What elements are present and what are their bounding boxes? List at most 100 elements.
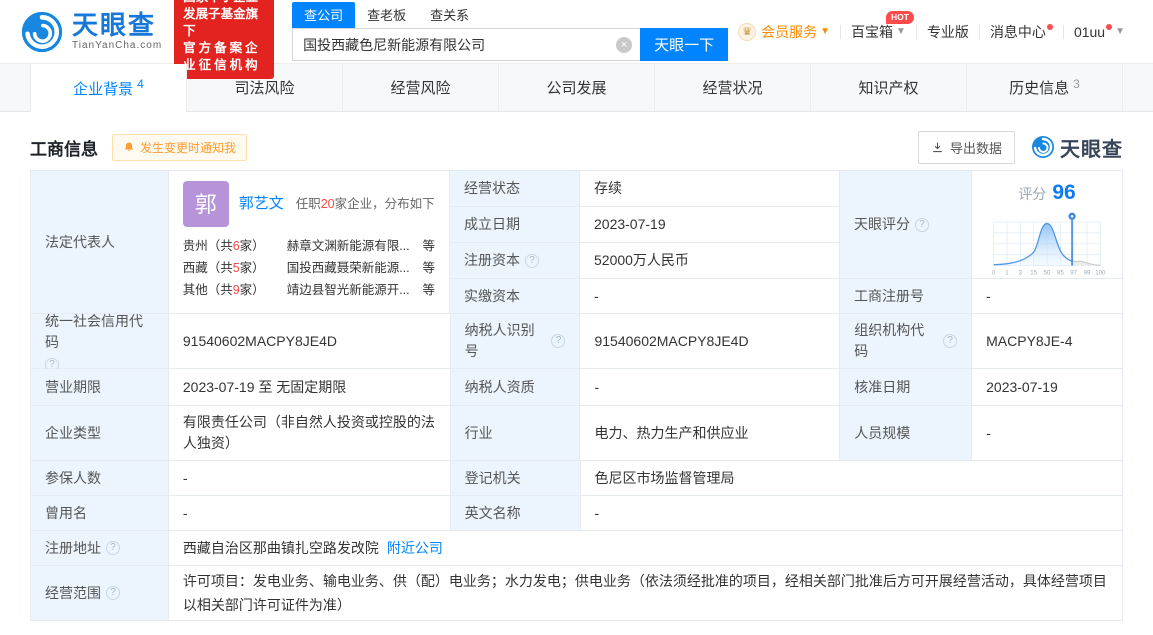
insured-count-value: - [168, 461, 451, 496]
business-term-label: 营业期限 [31, 369, 169, 406]
tianyan-score-chart-cell: 评分 96 0 1 3 15 50 85 97 99 100 [972, 171, 1123, 279]
svg-text:100: 100 [1095, 270, 1106, 276]
taxpayer-id-value: 91540602MACPY8JE4D [580, 314, 841, 369]
menu-user-account[interactable]: 01uu ▼ [1064, 23, 1135, 40]
search-tab-relation[interactable]: 查关系 [418, 2, 481, 28]
industry-label: 行业 [450, 406, 581, 461]
registration-number-value: - [972, 279, 1123, 314]
tab-count: 3 [1073, 76, 1080, 91]
status-value: 存续 [580, 171, 840, 207]
avatar[interactable]: 郭 [182, 181, 229, 227]
etc-label: 等 [422, 239, 435, 253]
menu-message-center[interactable]: 消息中心 [980, 22, 1063, 42]
help-icon[interactable]: ? [106, 541, 120, 555]
menu-vip-services[interactable]: ♛ 会员服务 ▼ [728, 22, 840, 42]
search-area: 查公司 查老板 查关系 × 天眼一下 [292, 2, 729, 61]
help-icon[interactable]: ? [106, 586, 120, 600]
paid-capital-value: - [580, 279, 840, 314]
top-header: 天眼查 TianYanCha.com 国家中小企业发展子基金旗下 官方备案企业征… [0, 0, 1153, 79]
notify-on-change-button[interactable]: 发生变更时通知我 [112, 133, 248, 161]
section-title: 工商信息 [30, 139, 98, 159]
industry-value: 电力、热力生产和供应业 [580, 406, 841, 461]
menu-toolbox[interactable]: HOT 百宝箱 ▼ [841, 10, 916, 42]
watermark-logo: 天眼查 [1031, 133, 1123, 162]
svg-text:97: 97 [1070, 270, 1077, 276]
etc-label: 等 [422, 283, 435, 297]
export-data-button[interactable]: 导出数据 [917, 130, 1015, 164]
etc-label: 等 [422, 261, 435, 275]
tab-intellectual-property[interactable]: 知识产权 [811, 64, 967, 111]
paid-capital-label: 实缴资本 [450, 279, 580, 314]
org-code-label: 组织机构代码 ? [840, 314, 973, 369]
former-name-label: 曾用名 [31, 496, 169, 531]
tab-judicial-risk[interactable]: 司法风险 [187, 64, 343, 111]
business-scope-label: 经营范围 ? [31, 566, 169, 621]
registered-capital-label: 注册资本 ? [450, 243, 580, 279]
search-button[interactable]: 天眼一下 [640, 28, 729, 61]
registry-value: 色尼区市场监督管理局 [580, 461, 1123, 496]
business-info-table: 法定代表人 郭 郭艺文 任职20家企业，分布如下 贵州（共6家） 赫章文渊新能源… [30, 170, 1123, 621]
search-tab-boss[interactable]: 查老板 [355, 2, 418, 28]
approval-date-value: 2023-07-19 [972, 369, 1123, 406]
help-icon[interactable]: ? [551, 334, 566, 348]
tab-operating-status[interactable]: 经营状况 [655, 64, 811, 111]
status-label: 经营状态 [450, 171, 580, 207]
tenure-summary: 任职20家企业，分布如下 [295, 196, 435, 211]
chevron-down-icon: ▼ [820, 26, 831, 37]
company-type-label: 企业类型 [31, 406, 169, 461]
tab-company-development[interactable]: 公司发展 [499, 64, 655, 111]
svg-text:3: 3 [1019, 270, 1023, 276]
svg-text:99: 99 [1084, 270, 1091, 276]
registry-label: 登记机关 [450, 461, 581, 496]
org-code-value: MACPY8JE-4 [972, 314, 1123, 369]
establish-date-value: 2023-07-19 [580, 207, 840, 243]
score-value: 96 [1052, 181, 1076, 204]
svg-text:0: 0 [992, 270, 996, 276]
help-icon[interactable]: ? [915, 217, 929, 232]
tab-company-background[interactable]: 企业背景 4 [30, 64, 187, 112]
logo-swirl-icon [21, 11, 63, 52]
tianyan-score-label: 天眼评分 ? [840, 171, 972, 279]
search-input[interactable] [292, 28, 641, 61]
score-distribution-chart: 0 1 3 15 50 85 97 99 100 [992, 212, 1106, 276]
clear-search-icon[interactable]: × [616, 37, 633, 53]
staff-size-value: - [972, 406, 1123, 461]
company-link[interactable]: 赫章文渊新能源有限... [287, 235, 423, 257]
chevron-down-icon: ▼ [1115, 26, 1125, 37]
logo-title: 天眼查 [72, 10, 157, 40]
business-term-value: 2023-07-19 至 无固定期限 [168, 369, 451, 406]
credit-code-label: 统一社会信用代码 ? [31, 313, 169, 372]
hot-badge: HOT [885, 10, 914, 24]
bell-icon [125, 142, 133, 152]
tianyancha-logo[interactable]: 天眼查 TianYanCha.com [20, 10, 162, 54]
score-axis-ticks: 0 1 3 15 50 85 97 99 100 [992, 270, 1106, 276]
notification-dot [1046, 23, 1053, 30]
logo-subtitle: TianYanCha.com [72, 40, 163, 51]
tab-operating-risk[interactable]: 经营风险 [343, 64, 499, 111]
tenure-group-row: 贵州（共6家） 赫章文渊新能源有限... 等 [183, 235, 435, 257]
legal-rep-label: 法定代表人 [31, 171, 169, 314]
menu-pro-version[interactable]: 专业版 [917, 22, 979, 42]
taxpayer-id-label: 纳税人识别号 ? [450, 314, 581, 369]
company-link[interactable]: 国投西藏聂荣新能源... [287, 257, 423, 279]
taxpayer-quality-label: 纳税人资质 [450, 369, 581, 406]
company-link[interactable]: 靖边县智光新能源开... [287, 279, 423, 301]
legal-rep-name-link[interactable]: 郭艺文 [239, 193, 284, 216]
help-icon[interactable]: ? [525, 253, 539, 268]
address-value: 西藏自治区那曲镇扎空路发改院 附近公司 [168, 531, 1123, 566]
former-name-value: - [168, 496, 451, 531]
nearby-companies-link[interactable]: 附近公司 [387, 538, 443, 559]
company-type-value: 有限责任公司（非自然人投资或控股的法人独资） [168, 406, 451, 461]
logo-swirl-icon [1032, 136, 1054, 158]
header-menu: ♛ 会员服务 ▼ HOT 百宝箱 ▼ 专业版 消息中心 01uu ▼ [728, 10, 1135, 42]
chevron-down-icon: ▼ [896, 26, 906, 37]
english-name-label: 英文名称 [450, 496, 581, 531]
score-word: 评分 [1018, 186, 1047, 202]
approval-date-label: 核准日期 [840, 369, 973, 406]
tab-history-info[interactable]: 历史信息 3 [967, 64, 1123, 111]
tenure-group-row: 西藏（共5家） 国投西藏聂荣新能源... 等 [183, 257, 435, 279]
search-tab-company[interactable]: 查公司 [292, 2, 356, 28]
help-icon[interactable]: ? [943, 334, 958, 348]
registration-number-label: 工商注册号 [840, 279, 972, 314]
legal-rep-cell: 郭 郭艺文 任职20家企业，分布如下 贵州（共6家） 赫章文渊新能源有限... … [168, 171, 450, 314]
